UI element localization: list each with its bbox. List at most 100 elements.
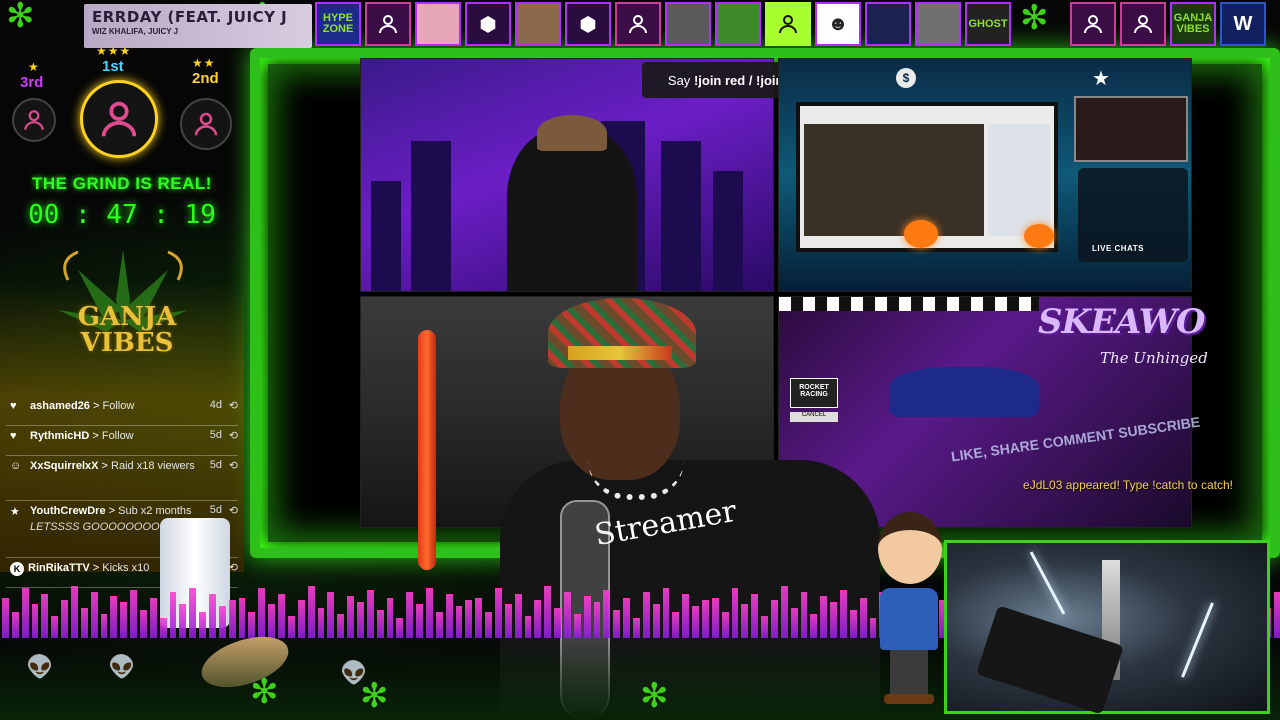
replay-icon[interactable]: ⟲	[224, 459, 238, 472]
feed-action: Raid x18 viewers	[111, 460, 195, 472]
user-icon	[194, 112, 218, 136]
skeawo-subtitle: The Unhinged	[1100, 349, 1208, 367]
feed-username: XxSquirrelxX	[30, 460, 99, 472]
equalizer-bar	[189, 588, 197, 638]
equalizer-bar	[31, 604, 39, 638]
equalizer-bar	[702, 600, 709, 638]
alien-icon: 👽	[108, 654, 136, 679]
feed-username: ashamed26	[30, 400, 90, 412]
rank-2-stars: ★★	[192, 56, 216, 70]
equalizer-bar	[366, 590, 374, 638]
equalizer-bar	[593, 602, 601, 638]
pumpkin-icon	[1024, 224, 1054, 248]
left-sidebar: ★ ★★★ ★★ 3rd 1st 2nd THE GRIND IS REAL! …	[0, 44, 244, 588]
race-car	[889, 367, 1039, 417]
timer-minutes: 47	[106, 200, 138, 230]
equalizer-bar	[347, 596, 354, 638]
feed-age: 4d	[209, 399, 222, 411]
equalizer-bar	[652, 604, 660, 638]
replay-icon[interactable]: ⟲	[224, 399, 238, 412]
feed-item: ☺ XxSquirrelxX > Raid x18 viewers 5d ⟲	[10, 459, 238, 472]
rank-third-label: 3rd	[20, 74, 44, 91]
now-playing-title: ERRDAY (FEAT. JUICY J	[92, 8, 288, 26]
avatar-anime-boy	[515, 2, 561, 46]
headband	[568, 346, 672, 360]
cannabis-leaf-icon: ✻	[360, 677, 389, 715]
top-bar: ✻ ✻ ✻ ERRDAY (FEAT. JUICY J WIZ KHALIFA,…	[0, 0, 1280, 48]
avatar-default-user	[365, 2, 411, 46]
equalizer-bar	[859, 598, 867, 638]
avatar-label: GANJA VIBES	[1173, 12, 1213, 35]
equalizer-bar	[100, 614, 108, 638]
avatar-rocket-logo	[865, 2, 911, 46]
avatar-mask-face: ☻	[815, 2, 861, 46]
equalizer-bar	[741, 604, 749, 638]
equalizer-bar	[751, 594, 759, 638]
equalizer-bar	[475, 598, 483, 638]
live-chats-label: LIVE CHATS	[1092, 244, 1144, 253]
stream-timer: 00 : 47 : 19	[28, 200, 216, 230]
equalizer-bar	[130, 590, 138, 638]
equalizer-bar	[790, 608, 798, 638]
equalizer-bar	[61, 600, 69, 638]
avatar-ghost-tile: GHOST	[965, 2, 1011, 46]
equalizer-bar	[840, 590, 847, 638]
feed-age: 5d	[209, 429, 222, 441]
user-icon	[629, 15, 647, 34]
equalizer-bar	[494, 588, 502, 638]
equalizer-bar	[810, 614, 818, 638]
tower	[713, 171, 743, 291]
equalizer-bar	[642, 592, 650, 638]
equalizer-bar	[544, 586, 552, 638]
equalizer-bar	[465, 600, 473, 638]
equalizer-bar	[248, 612, 256, 638]
user-icon	[1134, 15, 1152, 34]
avatar-default-user	[1070, 2, 1116, 46]
equalizer-bar	[90, 592, 98, 638]
cannabis-leaf-icon: ✻	[640, 677, 669, 715]
cannabis-leaf-icon: ✻	[1020, 0, 1049, 37]
equalizer-bar	[140, 610, 147, 638]
avatar-label: GHOST	[968, 17, 1008, 30]
equalizer-bar	[554, 608, 561, 638]
feed-action: Kicks x10	[102, 562, 150, 574]
equalizer-bar	[238, 598, 246, 638]
alien-icon: 👽	[26, 654, 54, 679]
now-playing-widget: ERRDAY (FEAT. JUICY J WIZ KHALIFA, JUICY…	[84, 4, 312, 48]
rank-third-avatar	[12, 98, 56, 142]
equalizer-bar	[869, 618, 877, 638]
user-icon	[379, 15, 397, 34]
replay-icon[interactable]: ⟲	[224, 504, 238, 517]
equalizer-bar	[820, 596, 828, 638]
timer-hours: 00	[28, 200, 60, 230]
equalizer-bar	[149, 598, 157, 638]
avatar-wolf-warrior	[665, 2, 711, 46]
equalizer-bar	[573, 614, 581, 638]
equalizer-bar	[662, 588, 670, 638]
equalizer-bar	[682, 594, 690, 638]
avatar-label: W	[1233, 12, 1253, 35]
raid-icon: ☺	[10, 460, 22, 472]
equalizer-bar	[337, 614, 345, 638]
equalizer-bar	[416, 604, 423, 638]
equalizer-bar	[258, 588, 266, 638]
chibi-shoes	[884, 694, 934, 704]
feed-age: 5d	[209, 504, 222, 516]
feed-action: Follow	[102, 400, 135, 412]
equalizer-bar	[455, 606, 463, 638]
equalizer-bar	[297, 600, 305, 638]
star-icon: ★	[10, 506, 20, 518]
grind-banner: THE GRIND IS REAL!	[32, 174, 212, 193]
top-avatar-row-right: GANJA VIBES W	[1070, 2, 1266, 46]
avatar-hypezone-tile: HYPE ZONE	[315, 2, 361, 46]
cannabis-leaf-icon: ✻	[250, 673, 279, 711]
feed-username: RythmicHD	[30, 430, 90, 442]
equalizer-bar	[780, 586, 788, 638]
equalizer-bar	[376, 610, 384, 638]
equalizer-bar	[159, 618, 167, 638]
join-prefix: Say	[667, 72, 691, 88]
chibi-head	[878, 512, 942, 584]
user-icon	[779, 15, 797, 34]
replay-icon[interactable]: ⟲	[224, 429, 238, 442]
equalizer-bar	[2, 598, 9, 638]
